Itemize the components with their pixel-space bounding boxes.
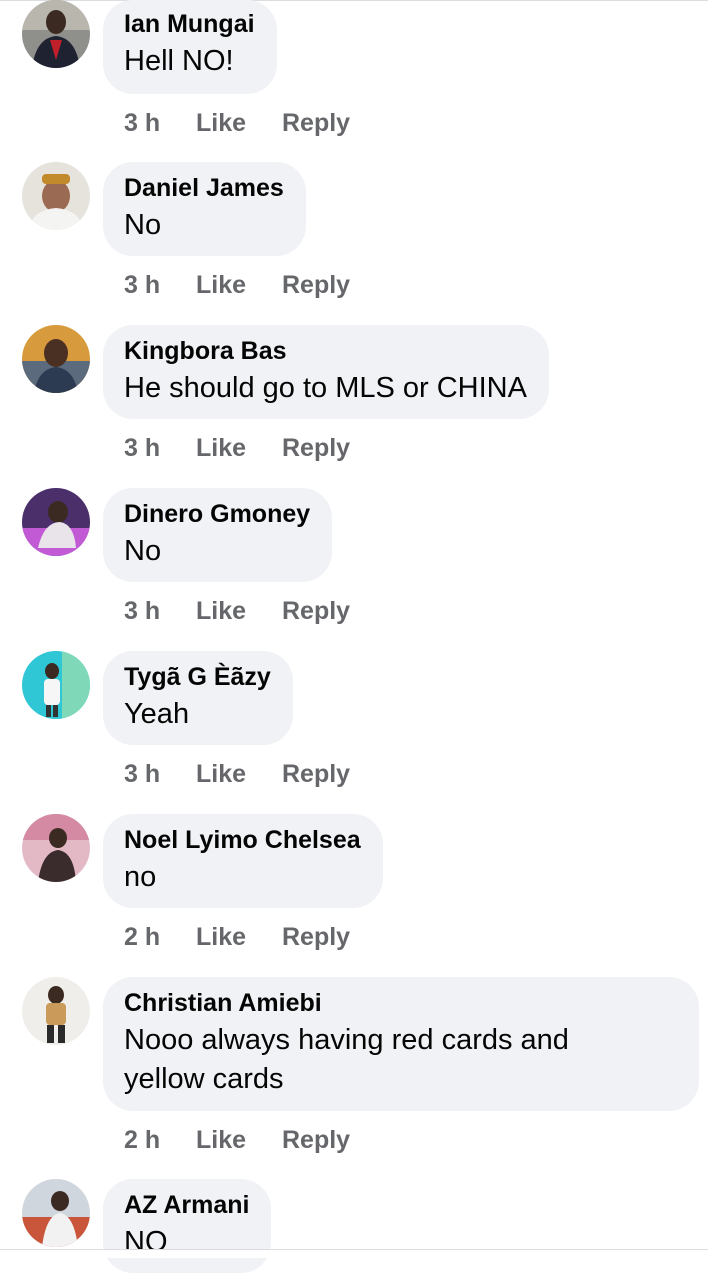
comment-author[interactable]: Ian Mungai <box>124 8 255 40</box>
avatar[interactable] <box>22 651 90 719</box>
comment-text: No <box>124 535 162 567</box>
comment-time[interactable]: 3 h <box>124 432 196 464</box>
comment-author[interactable]: Daniel James <box>124 172 284 204</box>
comment-time[interactable]: 3 h <box>124 758 196 790</box>
comment-time[interactable]: 2 h <box>124 1124 196 1156</box>
comment-author[interactable]: Christian Amiebi <box>124 987 677 1019</box>
avatar[interactable] <box>22 325 90 393</box>
comment-author[interactable]: Dinero Gmoney <box>124 498 310 530</box>
like-button[interactable]: Like <box>196 269 282 301</box>
comment-actions: 3 h Like Reply <box>124 595 350 627</box>
bottom-divider <box>0 1249 708 1258</box>
comment-actions: 2 h Like Reply <box>124 1124 350 1156</box>
like-button[interactable]: Like <box>196 1124 282 1156</box>
reply-button[interactable]: Reply <box>282 758 350 790</box>
comment-text: Nooo always having red cards and yellow … <box>124 1024 569 1095</box>
comment-bubble[interactable]: Kingbora Bas He should go to MLS or CHIN… <box>103 325 549 419</box>
avatar[interactable] <box>22 1179 90 1247</box>
comment-time[interactable]: 3 h <box>124 269 196 301</box>
comment-time[interactable]: 3 h <box>124 107 196 139</box>
comment-bubble[interactable]: Ian Mungai Hell NO! <box>103 0 277 94</box>
avatar[interactable] <box>22 814 90 882</box>
reply-button[interactable]: Reply <box>282 269 350 301</box>
reply-button[interactable]: Reply <box>282 432 350 464</box>
avatar[interactable] <box>22 0 90 68</box>
comment-author[interactable]: Tygã G Èãzy <box>124 661 271 693</box>
avatar[interactable] <box>22 977 90 1045</box>
comment-bubble[interactable]: Tygã G Èãzy Yeah <box>103 651 293 745</box>
like-button[interactable]: Like <box>196 758 282 790</box>
comment-author[interactable]: Noel Lyimo Chelsea <box>124 824 361 856</box>
avatar[interactable] <box>22 162 90 230</box>
reply-button[interactable]: Reply <box>282 1124 350 1156</box>
comment-actions: 3 h Like Reply <box>124 758 350 790</box>
like-button[interactable]: Like <box>196 432 282 464</box>
comment-actions: 3 h Like Reply <box>124 107 350 139</box>
comment-actions: 2 h Like Reply <box>124 921 350 953</box>
comment-text: no <box>124 861 157 893</box>
comment-text: Yeah <box>124 698 190 730</box>
comment-bubble[interactable]: Daniel James No <box>103 162 306 256</box>
comment-actions: 3 h Like Reply <box>124 269 350 301</box>
comment-actions: 3 h Like Reply <box>124 432 350 464</box>
comment-author[interactable]: Kingbora Bas <box>124 335 527 367</box>
reply-button[interactable]: Reply <box>282 107 350 139</box>
reply-button[interactable]: Reply <box>282 595 350 627</box>
reply-button[interactable]: Reply <box>282 921 350 953</box>
like-button[interactable]: Like <box>196 595 282 627</box>
comment-bubble[interactable]: Christian Amiebi Nooo always having red … <box>103 977 699 1111</box>
comment-text: Hell NO! <box>124 45 234 77</box>
comment-text: No <box>124 209 162 241</box>
top-divider <box>0 0 708 6</box>
avatar[interactable] <box>22 488 90 556</box>
comment-time[interactable]: 3 h <box>124 595 196 627</box>
like-button[interactable]: Like <box>196 921 282 953</box>
comment-bubble[interactable]: AZ Armani NO <box>103 1179 272 1273</box>
comment-bubble[interactable]: Dinero Gmoney No <box>103 488 333 582</box>
like-button[interactable]: Like <box>196 107 282 139</box>
comment-text: He should go to MLS or CHINA <box>124 372 527 404</box>
comment-time[interactable]: 2 h <box>124 921 196 953</box>
comment-author[interactable]: AZ Armani <box>124 1189 249 1221</box>
comment-bubble[interactable]: Noel Lyimo Chelsea no <box>103 814 383 908</box>
